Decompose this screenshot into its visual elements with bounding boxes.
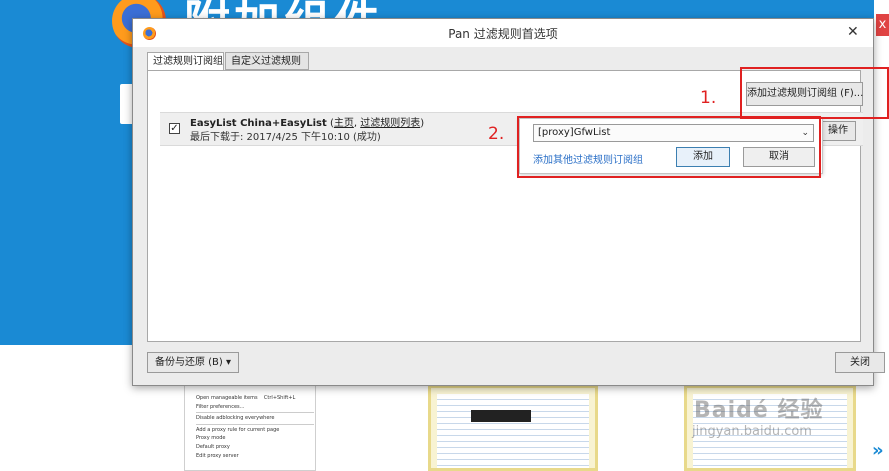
backup-restore-button[interactable]: 备份与还原 (B) ▾ bbox=[147, 352, 239, 373]
annotation-step2-label: 2. bbox=[488, 124, 505, 144]
menu-item: Filter preferences... bbox=[196, 403, 245, 410]
thumbnail-content bbox=[437, 394, 589, 468]
subscription-enabled-checkbox[interactable]: ✓ bbox=[169, 123, 180, 134]
subscription-title: EasyList China+EasyList (主页, 过滤规则列表) bbox=[190, 114, 424, 129]
menu-shortcut: Ctrl+Shift+L bbox=[263, 395, 296, 401]
menu-item: Edit proxy server bbox=[196, 452, 239, 459]
close-button[interactable]: 关闭 bbox=[835, 352, 885, 373]
menu-divider bbox=[196, 423, 314, 425]
watermark-url: jingyan.baidu.com bbox=[692, 424, 812, 439]
thumbnail-context-menu: Open manageable items Ctrl+Shift+L Filte… bbox=[196, 394, 314, 460]
subscription-status: 最后下载于: 2017/4/25 下午10:10 (成功) bbox=[190, 132, 381, 143]
menu-item: Proxy mode bbox=[196, 435, 226, 442]
watermark-logo: Baidé 经验 bbox=[694, 398, 824, 423]
background-close-icon[interactable]: x bbox=[876, 14, 889, 36]
actions-button[interactable]: 操作 bbox=[820, 121, 856, 141]
annotation-step1-label: 1. bbox=[700, 88, 717, 108]
menu-item: Disable adblocking everywhere bbox=[196, 415, 275, 422]
menu-item: Default proxy bbox=[196, 443, 230, 450]
background-right-strip bbox=[874, 0, 889, 345]
thumbnail-redaction bbox=[471, 410, 531, 422]
screenshot-thumbnail[interactable] bbox=[428, 385, 598, 471]
close-icon[interactable]: ✕ bbox=[847, 24, 859, 40]
dialog-title: Pan 过滤规则首选项 bbox=[448, 27, 558, 41]
chevron-right-icon[interactable]: » bbox=[872, 440, 884, 461]
dialog-titlebar: Pan 过滤规则首选项 ✕ bbox=[133, 19, 873, 47]
tab-filter-subscriptions[interactable]: 过滤规则订阅组 bbox=[147, 52, 224, 71]
menu-item: Open manageable items Ctrl+Shift+L bbox=[196, 395, 296, 401]
annotation-highlight-step1 bbox=[740, 67, 889, 119]
tab-custom-filters[interactable]: 自定义过滤规则 bbox=[225, 52, 309, 70]
annotation-highlight-step2 bbox=[517, 116, 821, 178]
menu-divider bbox=[196, 412, 314, 414]
menu-item: Add a proxy rule for current page bbox=[196, 426, 280, 433]
